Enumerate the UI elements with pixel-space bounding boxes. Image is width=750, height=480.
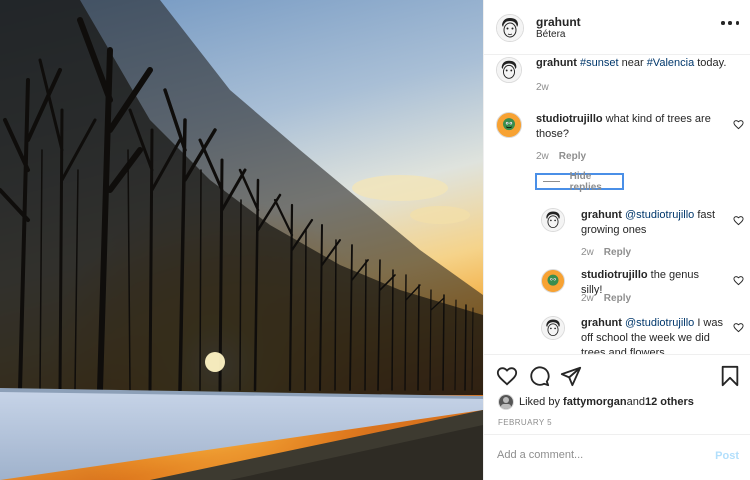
- reply-meta: 2w Reply: [581, 247, 631, 258]
- reply-button[interactable]: Reply: [604, 247, 631, 258]
- hashtag-link[interactable]: #sunset: [580, 57, 619, 69]
- cartoon-avatar-icon[interactable]: [496, 112, 522, 138]
- caption-segment: near: [618, 57, 647, 69]
- caption-time: 2w: [536, 82, 549, 93]
- mention-link[interactable]: @studiotrujillo: [625, 209, 694, 221]
- add-comment-input[interactable]: [497, 449, 697, 461]
- reply-button[interactable]: Reply: [604, 293, 631, 304]
- post-photo[interactable]: [0, 0, 483, 480]
- post-comment-button[interactable]: Post: [715, 450, 739, 462]
- likes-prefix: Liked by: [519, 396, 560, 408]
- cartoon-avatar-icon[interactable]: [541, 269, 565, 293]
- caption-text: grahunt #sunset near #Valencia today.: [536, 56, 741, 71]
- reply-meta: 2w Reply: [581, 293, 631, 304]
- liker-username[interactable]: fattymorgan: [563, 396, 627, 408]
- reply-timestamp[interactable]: 2w: [581, 247, 594, 258]
- post-date[interactable]: FEBRUARY 5: [498, 418, 552, 427]
- caption-segment: today.: [694, 57, 727, 69]
- sketch-face-avatar-icon[interactable]: [541, 208, 565, 232]
- comment-meta: 2w Reply: [536, 151, 586, 162]
- like-comment-heart-icon[interactable]: [733, 322, 744, 333]
- share-paper-plane-icon[interactable]: [560, 365, 582, 387]
- post-sidebar: grahunt Bétera grahunt #sunset near #Val…: [483, 0, 750, 480]
- comments-list[interactable]: grahunt #sunset near #Valencia today. 2w…: [484, 55, 750, 354]
- hide-replies-button[interactable]: Hide replies: [535, 170, 624, 193]
- action-bar: Liked by fattymorgan and 12 others FEBRU…: [484, 354, 750, 434]
- sketch-face-avatar-icon[interactable]: [496, 57, 522, 83]
- post-header: grahunt Bétera: [484, 0, 750, 55]
- like-comment-heart-icon[interactable]: [733, 119, 744, 130]
- hide-replies-label: Hide replies: [569, 170, 602, 193]
- sketch-face-avatar-icon[interactable]: [496, 14, 524, 42]
- header-location[interactable]: Bétera: [536, 29, 565, 40]
- header-username[interactable]: grahunt: [536, 15, 581, 29]
- reply-timestamp[interactable]: 2w: [581, 293, 594, 304]
- comment-text: studiotrujillo what kind of trees are th…: [536, 112, 721, 142]
- likes-summary: Liked by fattymorgan and 12 others: [498, 394, 694, 410]
- reply-text: grahunt @studiotrujillo I was off school…: [581, 316, 726, 354]
- sketch-face-avatar-icon[interactable]: [541, 316, 565, 340]
- mention-link[interactable]: @studiotrujillo: [625, 317, 694, 329]
- caption-timestamp[interactable]: 2w: [536, 82, 549, 93]
- reply-username[interactable]: grahunt: [581, 317, 622, 329]
- sunset-trees-image: [0, 0, 483, 480]
- hashtag-link[interactable]: #Valencia: [647, 57, 695, 69]
- like-heart-icon[interactable]: [496, 365, 518, 387]
- reply-username[interactable]: studiotrujillo: [581, 269, 648, 281]
- caption-username[interactable]: grahunt: [536, 57, 577, 69]
- likes-others-link[interactable]: 12 others: [645, 396, 694, 408]
- reply-text: grahunt @studiotrujillo fast growing one…: [581, 208, 721, 238]
- liker-avatar-icon[interactable]: [498, 394, 514, 410]
- more-options-icon[interactable]: [721, 14, 739, 32]
- comment-username[interactable]: studiotrujillo: [536, 113, 603, 125]
- instagram-post-view: grahunt Bétera grahunt #sunset near #Val…: [0, 0, 750, 480]
- reply-button[interactable]: Reply: [559, 151, 586, 162]
- like-comment-heart-icon[interactable]: [733, 275, 744, 286]
- save-bookmark-icon[interactable]: [720, 365, 740, 387]
- comment-timestamp[interactable]: 2w: [536, 151, 549, 162]
- comment-bubble-icon[interactable]: [528, 365, 550, 387]
- likes-mid: and: [626, 396, 645, 408]
- reply-username[interactable]: grahunt: [581, 209, 622, 221]
- add-comment-bar: Post: [484, 434, 750, 480]
- divider-line: [543, 181, 560, 182]
- like-comment-heart-icon[interactable]: [733, 215, 744, 226]
